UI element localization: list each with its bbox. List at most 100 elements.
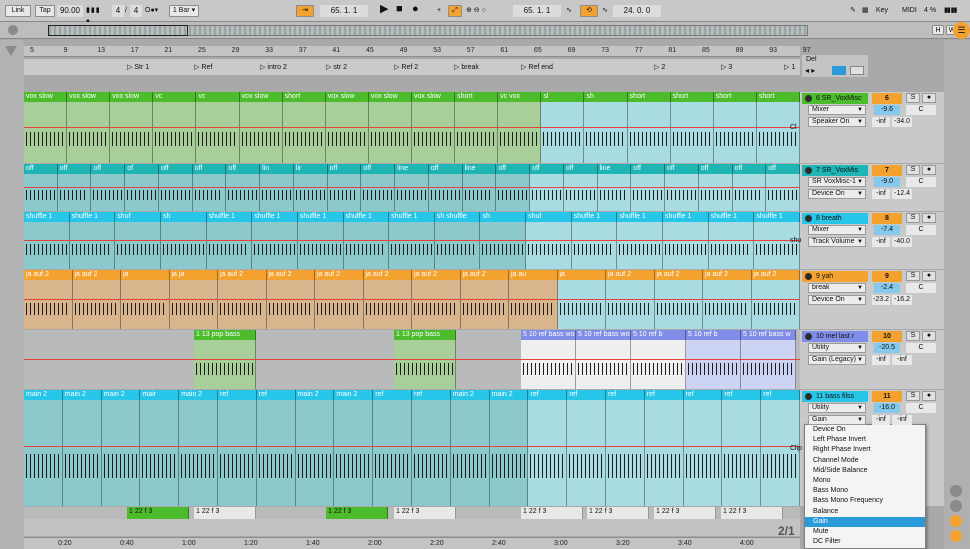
tempo-field[interactable]: 90.00: [57, 5, 83, 17]
record-arm-icon[interactable]: ●: [922, 391, 936, 401]
menu-item[interactable]: Mono: [805, 476, 925, 486]
pan-field[interactable]: C: [906, 343, 936, 353]
pan-field[interactable]: C: [906, 177, 936, 187]
bottom-clip[interactable]: 1 22 f 3: [127, 507, 189, 519]
stop-icon[interactable]: ■: [396, 3, 408, 15]
arrangement-clip[interactable]: main 2: [334, 390, 374, 506]
menu-item[interactable]: DC Filter: [805, 537, 925, 547]
key-map-button[interactable]: Key: [876, 5, 894, 17]
menu-item[interactable]: Mid/Side Balance: [805, 466, 925, 476]
tap-tempo-button[interactable]: Tap: [35, 5, 55, 17]
locator-marker[interactable]: Ref: [194, 63, 212, 71]
track-name[interactable]: 9 yah: [802, 271, 868, 282]
track-number[interactable]: 10: [872, 331, 902, 342]
gain-parameter-dropdown[interactable]: Device On Left Phase Invert Right Phase In…: [804, 424, 926, 549]
locator-marker[interactable]: str 2: [326, 63, 347, 71]
param-value[interactable]: -12.4: [892, 189, 912, 199]
automation-line[interactable]: [24, 446, 800, 448]
param-value[interactable]: -inf: [892, 355, 912, 365]
menu-item[interactable]: Gain: [805, 516, 925, 527]
arrangement-clip[interactable]: ref: [218, 390, 257, 506]
metronome-icon[interactable]: ▮▮▮ ▮: [86, 5, 108, 26]
track-name[interactable]: 6 SR_VoxMisc: [802, 93, 868, 104]
arrangement-clip[interactable]: ref: [722, 390, 762, 506]
locator-marker[interactable]: 3: [721, 63, 732, 71]
arrangement-clip[interactable]: ref: [567, 390, 606, 506]
menu-item[interactable]: Bass Mono Frequency: [805, 496, 925, 506]
bottom-clip[interactable]: 1 22 f 3: [326, 507, 388, 519]
locator-marker[interactable]: Ref end: [521, 63, 553, 71]
volume-field[interactable]: -9.0: [874, 177, 900, 187]
quantization-select[interactable]: 1 Bar ▾: [169, 5, 199, 17]
bottom-clip[interactable]: 1 22 f 3: [587, 507, 649, 519]
param-value[interactable]: -16.2: [892, 295, 912, 305]
record-icon[interactable]: ●: [412, 3, 424, 15]
arrangement-clip[interactable]: main 2: [295, 390, 335, 506]
arrangement-clip[interactable]: ref: [528, 390, 568, 506]
track-fold-icon[interactable]: [805, 215, 812, 222]
session-record-icons[interactable]: ⊕ ⊖ ○: [466, 5, 496, 17]
track-number[interactable]: 9: [872, 271, 902, 282]
track-name[interactable]: 8 breath: [802, 213, 868, 224]
keyboard-icon[interactable]: ▦: [862, 5, 874, 17]
bottom-clip[interactable]: 1 22 f 3: [721, 507, 783, 519]
arrangement-clip[interactable]: ref: [412, 390, 451, 506]
link-button[interactable]: Link: [5, 5, 31, 17]
automation-line[interactable]: [24, 298, 800, 300]
track-number[interactable]: 8: [872, 213, 902, 224]
track-fold-icon[interactable]: [805, 393, 812, 400]
track-lane[interactable]: ja auf 2 ja auf 2 ja ja ja ja auf 2 ja auf 2 j…: [24, 270, 800, 329]
record-arm-icon[interactable]: ●: [922, 165, 936, 175]
track-name[interactable]: 10 mel last r: [802, 331, 868, 342]
automation-arm-icon[interactable]: ⤢: [448, 5, 462, 17]
arrangement-clip[interactable]: main 2: [62, 390, 102, 506]
loop-switch-icon[interactable]: ⟲: [580, 5, 598, 17]
automation-line[interactable]: [24, 126, 800, 128]
overdub-icon[interactable]: +: [437, 5, 447, 17]
arrangement-position[interactable]: 65. 1. 1: [320, 5, 368, 17]
menu-icon[interactable]: ☰: [953, 22, 970, 39]
automation-line[interactable]: [24, 358, 800, 360]
punch-out-icon[interactable]: ∿: [602, 5, 612, 17]
overview-toggle-icon[interactable]: [8, 25, 18, 35]
track-number[interactable]: 6: [872, 93, 902, 104]
solo-button[interactable]: S: [906, 271, 920, 281]
loop-start-field[interactable]: 65. 1. 1: [513, 5, 561, 17]
parameter-chooser[interactable]: Gain ▼: [808, 415, 866, 425]
punch-in-icon[interactable]: ∿: [566, 5, 576, 17]
lock-icon[interactable]: [850, 66, 864, 75]
track-lane[interactable]: main 2 main 2 main 2 mair main 2 ref ref main 2…: [24, 390, 800, 506]
track-fold-icon[interactable]: [805, 273, 812, 280]
parameter-chooser[interactable]: Gain (Legacy) ▼: [808, 355, 866, 365]
meter-numerator[interactable]: 4: [112, 5, 124, 17]
arrangement-clip[interactable]: ref: [683, 390, 723, 506]
device-chooser[interactable]: SR VoxMisc-1 ▼: [808, 177, 866, 187]
menu-item[interactable]: Right Phase Invert: [805, 445, 925, 455]
menu-item[interactable]: Left Phase Invert: [805, 435, 925, 445]
solo-button[interactable]: S: [906, 93, 920, 103]
parameter-chooser[interactable]: Device On ▼: [808, 295, 866, 305]
locator-marker[interactable]: Str 1: [127, 63, 149, 71]
solo-button[interactable]: S: [906, 331, 920, 341]
menu-item[interactable]: Mute: [805, 527, 925, 537]
parameter-chooser[interactable]: Track Volume ▼: [808, 237, 866, 247]
volume-field[interactable]: -7.4: [874, 225, 900, 235]
track-fold-icon[interactable]: [805, 333, 812, 340]
midi-map-button[interactable]: MIDI: [902, 5, 922, 17]
param-value[interactable]: -40.0: [892, 237, 912, 247]
arrangement-clip[interactable]: ref: [256, 390, 296, 506]
bottom-clip[interactable]: 1 22 f 3: [654, 507, 716, 519]
volume-field[interactable]: -2.4: [874, 283, 900, 293]
arrangement-clip[interactable]: mair: [140, 390, 180, 506]
track-fold-icon[interactable]: [805, 167, 812, 174]
zoom-in-icon[interactable]: [950, 500, 962, 512]
menu-item[interactable]: Channel Mode: [805, 456, 925, 466]
locator-marker[interactable]: Ref 2: [394, 63, 418, 71]
record-arm-icon[interactable]: ●: [922, 93, 936, 103]
h-button[interactable]: H: [932, 25, 944, 35]
arrangement-overview[interactable]: H W: [0, 22, 970, 39]
play-icon[interactable]: ▶: [380, 3, 392, 15]
menu-item[interactable]: Device On: [805, 425, 925, 435]
menu-item[interactable]: Balance: [805, 507, 925, 517]
record-arm-icon[interactable]: ●: [922, 213, 936, 223]
